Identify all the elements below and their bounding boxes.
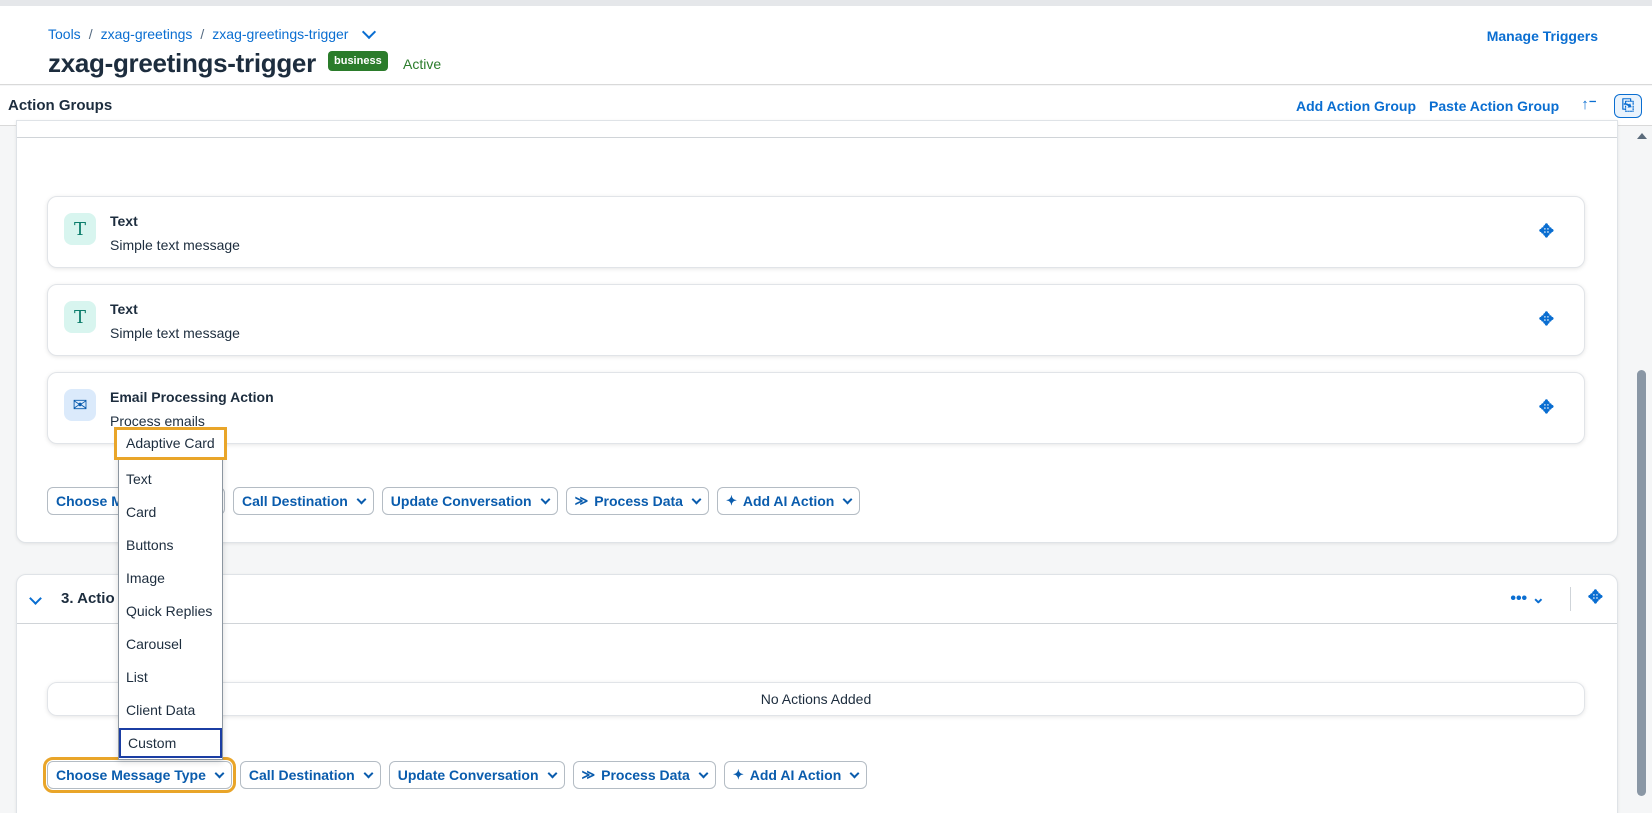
- text-icon: T: [64, 301, 96, 333]
- divider: [1570, 587, 1571, 611]
- message-type-dropdown: Adaptive Card Text Card Buttons Image Qu…: [114, 427, 227, 760]
- double-chevron-right-icon: ≫: [581, 767, 596, 782]
- empty-state: No Actions Added: [47, 682, 1585, 716]
- process-data-button[interactable]: ≫ Process Data: [572, 761, 716, 789]
- scrollbar-thumb[interactable]: [1637, 370, 1646, 796]
- choose-message-type-button[interactable]: Choose Message Type: [43, 757, 236, 793]
- move-icon[interactable]: ✥: [1588, 587, 1603, 608]
- divider: [17, 137, 1617, 138]
- sort-ascending-icon[interactable]: ↑⁻: [1575, 94, 1603, 118]
- dropdown-item-client-data[interactable]: Client Data: [119, 695, 222, 725]
- chevron-down-icon: [691, 494, 702, 504]
- ai-sparkle-icon: ✦: [725, 493, 737, 508]
- add-ai-action-button[interactable]: ✦ Add AI Action: [716, 487, 861, 515]
- group-header: 3. Actio ••• ⌄ ✥: [17, 575, 1617, 624]
- dropdown-item-adaptive-card[interactable]: Adaptive Card: [114, 427, 227, 460]
- manage-triggers-link[interactable]: Manage Triggers: [1487, 28, 1598, 44]
- breadcrumb-separator: /: [200, 26, 205, 42]
- dropdown-item-carousel[interactable]: Carousel: [119, 629, 222, 659]
- double-chevron-right-icon: ≫: [574, 493, 589, 508]
- button-label: Update Conversation: [390, 493, 532, 509]
- chevron-down-icon: [540, 494, 551, 504]
- update-conversation-button[interactable]: Update Conversation: [381, 487, 558, 515]
- chevron-down-icon: [849, 768, 860, 778]
- action-card[interactable]: T Text Simple text message ✥: [47, 284, 1585, 356]
- dropdown-item-quick-replies[interactable]: Quick Replies: [119, 596, 222, 626]
- document-search-icon[interactable]: ⎘: [1614, 94, 1642, 118]
- action-subtitle: Simple text message: [110, 325, 240, 341]
- toolbar-title: Action Groups: [8, 97, 113, 114]
- action-title: Text: [110, 301, 138, 317]
- add-ai-action-button[interactable]: ✦ Add AI Action: [723, 761, 868, 789]
- paste-action-group-button[interactable]: Paste Action Group: [1429, 98, 1559, 114]
- update-conversation-button[interactable]: Update Conversation: [388, 761, 565, 789]
- chevron-down-icon[interactable]: [362, 24, 377, 39]
- button-label: Add AI Action: [749, 767, 842, 783]
- type-badge: business: [328, 51, 388, 71]
- mail-icon: ✉: [64, 389, 96, 421]
- ai-sparkle-icon: ✦: [732, 767, 744, 782]
- move-icon[interactable]: ✥: [1539, 221, 1554, 242]
- move-icon[interactable]: ✥: [1539, 397, 1554, 418]
- chevron-down-icon: [363, 768, 374, 778]
- dropdown-item-custom[interactable]: Custom: [119, 728, 222, 758]
- chevron-down-icon: [356, 494, 367, 504]
- call-destination-button[interactable]: Call Destination: [239, 761, 381, 789]
- breadcrumb-trigger[interactable]: zxag-greetings-trigger: [212, 26, 348, 42]
- scroll-up-arrow[interactable]: [1637, 133, 1647, 139]
- chevron-down-icon[interactable]: [29, 592, 42, 605]
- button-label: Choose M: [56, 493, 123, 509]
- button-label: Update Conversation: [397, 767, 539, 783]
- action-subtitle: Simple text message: [110, 237, 240, 253]
- breadcrumb-separator: /: [88, 26, 93, 42]
- breadcrumb-tools[interactable]: Tools: [48, 26, 81, 42]
- button-label: Add AI Action: [742, 493, 835, 509]
- action-title: Email Processing Action: [110, 389, 274, 405]
- action-subtitle: Process emails: [110, 413, 205, 429]
- text-icon: T: [64, 213, 96, 245]
- button-label: Call Destination: [242, 493, 348, 509]
- breadcrumb-greetings[interactable]: zxag-greetings: [101, 26, 193, 42]
- action-card[interactable]: T Text Simple text message ✥: [47, 196, 1585, 268]
- action-card[interactable]: ✉ Email Processing Action Process emails…: [47, 372, 1585, 444]
- status-text: Active: [403, 56, 442, 72]
- add-action-group-button[interactable]: Add Action Group: [1296, 98, 1416, 114]
- dropdown-item-list[interactable]: List: [119, 662, 222, 692]
- button-label: Process Data: [601, 767, 690, 783]
- button-label: Call Destination: [248, 767, 355, 783]
- button-label: Choose Message Type: [56, 767, 206, 783]
- button-label: Process Data: [594, 493, 683, 509]
- chevron-down-icon: [698, 768, 709, 778]
- process-data-button[interactable]: ≫ Process Data: [565, 487, 709, 515]
- breadcrumb: Tools / zxag-greetings / zxag-greetings-…: [48, 24, 377, 42]
- call-destination-button[interactable]: Call Destination: [233, 487, 374, 515]
- page-header: Tools / zxag-greetings / zxag-greetings-…: [0, 6, 1652, 85]
- move-icon[interactable]: ✥: [1539, 309, 1554, 330]
- dropdown-item-text[interactable]: Text: [119, 464, 222, 494]
- chevron-down-icon: [214, 768, 225, 778]
- action-group-3: 3. Actio ••• ⌄ ✥ No Actions Added Choose…: [16, 574, 1618, 813]
- page-title: zxag-greetings-trigger: [48, 48, 316, 78]
- action-button-row: Choose Message Type Call Destination Upd…: [43, 757, 868, 793]
- action-title: Text: [110, 213, 138, 229]
- group-title: 3. Actio: [61, 590, 115, 607]
- chevron-down-icon: [547, 768, 557, 778]
- chevron-down-icon: [842, 494, 853, 504]
- more-options-icon[interactable]: ••• ⌄: [1510, 588, 1545, 608]
- dropdown-item-image[interactable]: Image: [119, 563, 222, 593]
- dropdown-item-card[interactable]: Card: [119, 497, 222, 527]
- dropdown-item-buttons[interactable]: Buttons: [119, 530, 222, 560]
- action-group-2: T Text Simple text message ✥ T Text Simp…: [16, 120, 1618, 543]
